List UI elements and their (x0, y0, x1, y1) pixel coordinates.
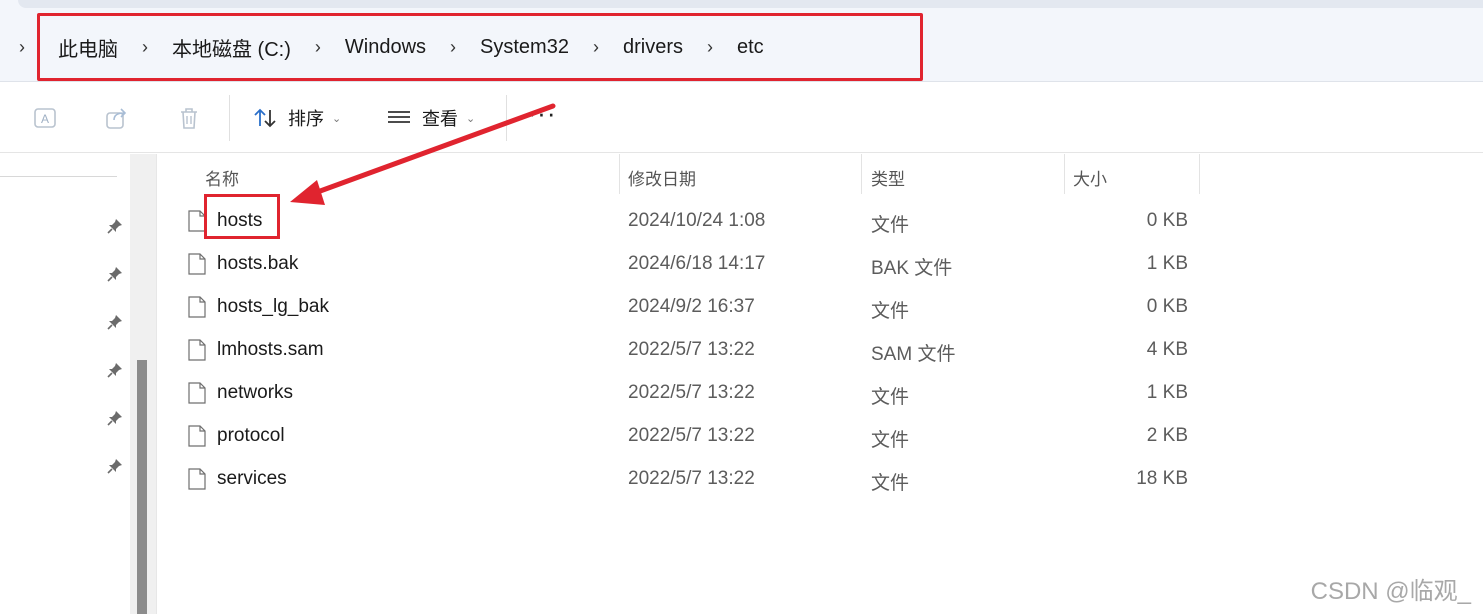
file-size: 0 KB (1146, 296, 1188, 317)
sort-label: 排序 (288, 109, 324, 129)
breadcrumb-item-system32[interactable]: System32 (480, 36, 569, 59)
pin-icon[interactable] (106, 217, 124, 235)
column-header-date[interactable]: 修改日期 (628, 160, 696, 194)
delete-button[interactable] (172, 101, 206, 135)
file-size: 1 KB (1146, 382, 1188, 403)
rename-icon: A (34, 108, 56, 128)
chevron-down-icon: ⌄ (332, 112, 342, 125)
file-name: services (217, 468, 287, 489)
file-icon (188, 339, 206, 361)
rename-button[interactable]: A (28, 101, 62, 135)
address-bar-area: › 此电脑 › 本地磁盘 (C:) › Windows › System32 ›… (0, 0, 1483, 82)
file-size: 4 KB (1146, 339, 1188, 360)
column-divider[interactable] (861, 154, 862, 194)
breadcrumb[interactable]: › 此电脑 › 本地磁盘 (C:) › Windows › System32 ›… (0, 22, 764, 72)
file-icon (188, 382, 206, 404)
more-icon: ··· (527, 98, 557, 128)
file-row[interactable]: networks 2022/5/7 13:22 文件 1 KB (160, 371, 1200, 414)
file-date: 2022/5/7 13:22 (628, 425, 755, 446)
column-divider[interactable] (619, 154, 620, 194)
file-name: hosts (217, 210, 263, 231)
file-date: 2022/5/7 13:22 (628, 382, 755, 403)
file-type: 文件 (871, 387, 910, 408)
breadcrumb-separator-icon[interactable]: › (569, 37, 623, 58)
breadcrumb-item-etc[interactable]: etc (737, 36, 764, 59)
pin-icon[interactable] (106, 313, 124, 331)
column-divider[interactable] (1064, 154, 1065, 194)
view-label: 查看 (422, 109, 458, 129)
share-icon (106, 108, 127, 129)
title-strip (18, 0, 1483, 8)
pin-icon[interactable] (106, 265, 124, 283)
file-row[interactable]: lmhosts.sam 2022/5/7 13:22 SAM 文件 4 KB (160, 328, 1200, 371)
file-type: 文件 (871, 430, 910, 451)
breadcrumb-separator-icon[interactable]: › (118, 37, 172, 58)
breadcrumb-item-local-disk[interactable]: 本地磁盘 (C:) (172, 33, 291, 62)
column-header-name[interactable]: 名称 (205, 160, 239, 194)
view-list-icon (388, 111, 410, 123)
navigation-divider (0, 176, 117, 177)
file-date: 2022/5/7 13:22 (628, 468, 755, 489)
command-bar: A 排序 ⌄ 查看 ⌄ ··· (0, 83, 1483, 153)
file-icon (188, 253, 206, 275)
toolbar-divider (506, 95, 507, 141)
file-name: hosts_lg_bak (217, 296, 329, 317)
see-more-button[interactable]: ··· (526, 98, 558, 135)
file-type: 文件 (871, 301, 910, 322)
column-divider[interactable] (1199, 154, 1200, 194)
breadcrumb-item-this-pc[interactable]: 此电脑 (58, 33, 118, 62)
breadcrumb-separator-icon[interactable]: › (426, 37, 480, 58)
file-name: protocol (217, 425, 285, 446)
column-header-type[interactable]: 类型 (871, 160, 905, 194)
file-icon (188, 468, 206, 490)
breadcrumb-separator-icon[interactable]: › (291, 37, 345, 58)
file-date: 2022/5/7 13:22 (628, 339, 755, 360)
chevron-down-icon: ⌄ (466, 112, 476, 125)
pin-icon[interactable] (106, 361, 124, 379)
file-name: networks (217, 382, 294, 403)
scrollbar-thumb[interactable] (137, 360, 147, 614)
navigation-pane (0, 154, 130, 614)
breadcrumb-item-windows[interactable]: Windows (345, 36, 426, 59)
file-row[interactable]: protocol 2022/5/7 13:22 文件 2 KB (160, 414, 1200, 457)
file-type: 文件 (871, 215, 910, 236)
file-size: 2 KB (1146, 425, 1188, 446)
pin-icon[interactable] (106, 457, 124, 475)
file-type: BAK 文件 (871, 258, 953, 279)
file-name: lmhosts.sam (217, 339, 324, 360)
file-type: SAM 文件 (871, 344, 956, 365)
breadcrumb-expand-chevron-icon[interactable]: › (0, 37, 44, 58)
watermark: CSDN @临观_ (1310, 578, 1471, 605)
file-row[interactable]: hosts_lg_bak 2024/9/2 16:37 文件 0 KB (160, 285, 1200, 328)
sort-button[interactable]: 排序 ⌄ (252, 101, 341, 135)
sort-icon (254, 108, 276, 128)
toolbar-divider (229, 95, 230, 141)
column-header-size[interactable]: 大小 (1073, 160, 1107, 194)
file-icon (188, 210, 206, 232)
file-date: 2024/9/2 16:37 (628, 296, 755, 317)
file-icon (188, 425, 206, 447)
trash-icon (181, 108, 197, 129)
file-icon (188, 296, 206, 318)
file-date: 2024/6/18 14:17 (628, 253, 766, 274)
breadcrumb-separator-icon[interactable]: › (683, 37, 737, 58)
svg-text:A: A (41, 112, 49, 126)
file-row[interactable]: hosts 2024/10/24 1:08 文件 0 KB (160, 199, 1200, 242)
file-size: 1 KB (1146, 253, 1188, 274)
file-date: 2024/10/24 1:08 (628, 210, 766, 231)
file-size: 0 KB (1146, 210, 1188, 231)
pin-icon[interactable] (106, 409, 124, 427)
breadcrumb-item-drivers[interactable]: drivers (623, 36, 683, 59)
file-type: 文件 (871, 473, 910, 494)
file-name: hosts.bak (217, 253, 299, 274)
view-button[interactable]: 查看 ⌄ (386, 101, 475, 135)
file-row[interactable]: hosts.bak 2024/6/18 14:17 BAK 文件 1 KB (160, 242, 1200, 285)
share-button[interactable] (100, 101, 134, 135)
file-size: 18 KB (1136, 468, 1188, 489)
file-row[interactable]: services 2022/5/7 13:22 文件 18 KB (160, 457, 1200, 500)
